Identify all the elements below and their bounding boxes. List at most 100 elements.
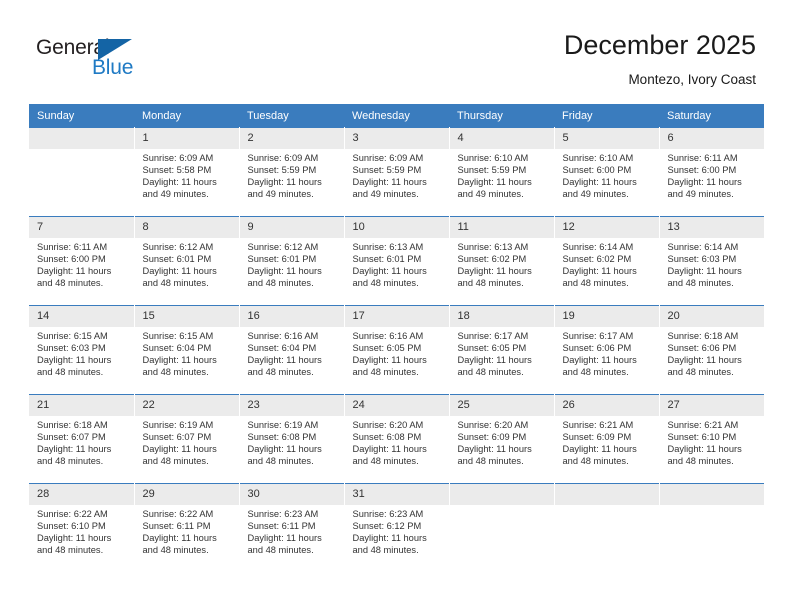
- daylight-text-line2: and 49 minutes.: [352, 189, 419, 200]
- day-number: 24: [344, 395, 449, 416]
- title-block: December 2025 Montezo, Ivory Coast: [564, 28, 756, 88]
- calendar-day-cell[interactable]: 12 Sunrise: 6:14 AM Sunset: 6:02 PM Dayligh…: [554, 216, 660, 306]
- weekday-header-monday: Monday: [134, 104, 239, 128]
- calendar-day-cell[interactable]: 20 Sunrise: 6:18 AM Sunset: 6:06 PM Dayligh…: [659, 305, 765, 395]
- day-details: Sunrise: 6:09 AM Sunset: 5:58 PM Daylight:…: [135, 149, 239, 200]
- day-number: 28: [29, 484, 134, 505]
- daylight-text-line1: Daylight: 11 hours: [247, 177, 322, 188]
- calendar-day-cell[interactable]: 10 Sunrise: 6:13 AM Sunset: 6:01 PM Dayligh…: [344, 216, 450, 306]
- calendar-day-cell[interactable]: 17 Sunrise: 6:16 AM Sunset: 6:05 PM Dayligh…: [344, 305, 450, 395]
- daylight-text-line2: and 49 minutes.: [667, 189, 734, 200]
- calendar-day-cell[interactable]: 13 Sunrise: 6:14 AM Sunset: 6:03 PM Dayligh…: [659, 216, 764, 306]
- sunset-text: Sunset: 6:07 PM: [37, 432, 106, 443]
- sunrise-text: Sunrise: 6:09 AM: [352, 153, 424, 163]
- sunrise-text: Sunrise: 6:11 AM: [667, 153, 738, 163]
- sunrise-text: Sunrise: 6:16 AM: [247, 331, 319, 341]
- calendar-day-cell[interactable]: 5 Sunrise: 6:10 AM Sunset: 6:00 PM Daylight…: [554, 127, 660, 217]
- calendar-day-cell[interactable]: 29 Sunrise: 6:22 AM Sunset: 6:11 PM Dayligh…: [134, 483, 240, 572]
- sunrise-text: Sunrise: 6:12 AM: [247, 242, 319, 252]
- daylight-text-line2: and 48 minutes.: [562, 278, 629, 289]
- sunrise-text: Sunrise: 6:19 AM: [247, 420, 319, 430]
- day-details: Sunrise: 6:13 AM Sunset: 6:02 PM Daylight:…: [450, 238, 554, 289]
- sunrise-text: Sunrise: 6:17 AM: [457, 331, 529, 341]
- weekday-header-thursday: Thursday: [449, 104, 554, 128]
- day-number: 5: [554, 128, 659, 149]
- page-header: General Blue December 2025 Montezo, Ivor…: [0, 0, 792, 100]
- calendar-day-cell[interactable]: 24 Sunrise: 6:20 AM Sunset: 6:08 PM Dayligh…: [344, 394, 450, 484]
- general-blue-logo[interactable]: General Blue: [36, 36, 156, 84]
- daylight-text-line2: and 48 minutes.: [142, 456, 209, 467]
- calendar-day-cell[interactable]: 27 Sunrise: 6:21 AM Sunset: 6:10 PM Dayligh…: [659, 394, 764, 484]
- day-number: 15: [134, 306, 239, 327]
- daylight-text-line2: and 48 minutes.: [562, 456, 629, 467]
- calendar-day-cell[interactable]: 25 Sunrise: 6:20 AM Sunset: 6:09 PM Dayligh…: [449, 394, 555, 484]
- calendar-day-cell[interactable]: 14 Sunrise: 6:15 AM Sunset: 6:03 PM Dayligh…: [29, 305, 135, 395]
- calendar-day-cell[interactable]: 4 Sunrise: 6:10 AM Sunset: 5:59 PM Daylight…: [449, 127, 555, 217]
- calendar-day-cell[interactable]: 6 Sunrise: 6:11 AM Sunset: 6:00 PM Daylight…: [659, 127, 764, 217]
- calendar-day-cell[interactable]: 28 Sunrise: 6:22 AM Sunset: 6:10 PM Dayligh…: [29, 483, 135, 572]
- calendar-day-cell[interactable]: 8 Sunrise: 6:12 AM Sunset: 6:01 PM Daylight…: [134, 216, 240, 306]
- sunrise-text: Sunrise: 6:11 AM: [37, 242, 108, 252]
- day-number: 19: [554, 306, 659, 327]
- calendar-day-cell[interactable]: 30 Sunrise: 6:23 AM Sunset: 6:11 PM Dayligh…: [239, 483, 345, 572]
- calendar-day-cell[interactable]: 7 Sunrise: 6:11 AM Sunset: 6:00 PM Daylight…: [29, 216, 135, 306]
- daylight-text-line1: Daylight: 11 hours: [247, 533, 322, 544]
- logo-word-blue: Blue: [92, 56, 134, 79]
- sunrise-text: Sunrise: 6:22 AM: [142, 509, 214, 519]
- daylight-text-line1: Daylight: 11 hours: [562, 444, 637, 455]
- daylight-text-line2: and 49 minutes.: [142, 189, 209, 200]
- daylight-text-line2: and 48 minutes.: [352, 545, 419, 556]
- day-details: Sunrise: 6:09 AM Sunset: 5:59 PM Daylight:…: [345, 149, 449, 200]
- sunset-text: Sunset: 6:03 PM: [667, 254, 737, 265]
- day-details: Sunrise: 6:09 AM Sunset: 5:59 PM Daylight:…: [240, 149, 344, 200]
- calendar-day-cell[interactable]: 9 Sunrise: 6:12 AM Sunset: 6:01 PM Daylight…: [239, 216, 345, 306]
- day-details: Sunrise: 6:17 AM Sunset: 6:06 PM Daylight:…: [555, 327, 659, 378]
- sunset-text: Sunset: 6:00 PM: [37, 254, 106, 265]
- sunrise-text: Sunrise: 6:23 AM: [352, 509, 424, 519]
- daylight-text-line1: Daylight: 11 hours: [37, 533, 112, 544]
- calendar-week-row: 28 Sunrise: 6:22 AM Sunset: 6:10 PM Dayligh…: [29, 483, 764, 572]
- day-details: Sunrise: 6:12 AM Sunset: 6:01 PM Daylight:…: [240, 238, 344, 289]
- calendar-day-cell[interactable]: 1 Sunrise: 6:09 AM Sunset: 5:58 PM Daylight…: [134, 127, 240, 217]
- sunrise-text: Sunrise: 6:09 AM: [142, 153, 214, 163]
- weekday-header-wednesday: Wednesday: [344, 104, 449, 128]
- sunrise-text: Sunrise: 6:20 AM: [352, 420, 424, 430]
- calendar-day-cell[interactable]: 31 Sunrise: 6:23 AM Sunset: 6:12 PM Dayligh…: [344, 483, 450, 572]
- calendar-day-cell[interactable]: 3 Sunrise: 6:09 AM Sunset: 5:59 PM Daylight…: [344, 127, 450, 217]
- day-number: 11: [449, 217, 554, 238]
- calendar-day-cell[interactable]: 18 Sunrise: 6:17 AM Sunset: 6:05 PM Dayligh…: [449, 305, 555, 395]
- calendar-day-cell[interactable]: 23 Sunrise: 6:19 AM Sunset: 6:08 PM Dayligh…: [239, 394, 345, 484]
- calendar-day-cell[interactable]: 19 Sunrise: 6:17 AM Sunset: 6:06 PM Dayligh…: [554, 305, 660, 395]
- daylight-text-line2: and 48 minutes.: [37, 278, 104, 289]
- daylight-text-line1: Daylight: 11 hours: [667, 266, 742, 277]
- calendar-day-cell[interactable]: 11 Sunrise: 6:13 AM Sunset: 6:02 PM Dayligh…: [449, 216, 555, 306]
- daylight-text-line1: Daylight: 11 hours: [352, 355, 427, 366]
- calendar-body: 1 Sunrise: 6:09 AM Sunset: 5:58 PM Daylight…: [29, 127, 765, 572]
- calendar-day-cell[interactable]: 2 Sunrise: 6:09 AM Sunset: 5:59 PM Daylight…: [239, 127, 345, 217]
- daylight-text-line2: and 48 minutes.: [247, 367, 314, 378]
- sunset-text: Sunset: 6:01 PM: [142, 254, 212, 265]
- daylight-text-line2: and 48 minutes.: [142, 278, 209, 289]
- day-details: Sunrise: 6:13 AM Sunset: 6:01 PM Daylight:…: [345, 238, 449, 289]
- calendar-week-row: 1 Sunrise: 6:09 AM Sunset: 5:58 PM Daylight…: [29, 127, 764, 217]
- daylight-text-line1: Daylight: 11 hours: [247, 266, 322, 277]
- sunset-text: Sunset: 6:01 PM: [352, 254, 422, 265]
- calendar-day-cell[interactable]: 22 Sunrise: 6:19 AM Sunset: 6:07 PM Dayligh…: [134, 394, 240, 484]
- day-number: 12: [554, 217, 659, 238]
- daylight-text-line1: Daylight: 11 hours: [142, 355, 217, 366]
- calendar-day-cell[interactable]: 26 Sunrise: 6:21 AM Sunset: 6:09 PM Dayligh…: [554, 394, 660, 484]
- day-details: Sunrise: 6:23 AM Sunset: 6:12 PM Daylight:…: [345, 505, 449, 556]
- calendar-day-cell[interactable]: 16 Sunrise: 6:16 AM Sunset: 6:04 PM Dayligh…: [239, 305, 345, 395]
- day-number: [29, 128, 134, 149]
- calendar-day-cell[interactable]: 21 Sunrise: 6:18 AM Sunset: 6:07 PM Dayligh…: [29, 394, 135, 484]
- daylight-text-line1: Daylight: 11 hours: [667, 444, 742, 455]
- weekday-header-friday: Friday: [554, 104, 659, 128]
- calendar-day-cell[interactable]: 15 Sunrise: 6:15 AM Sunset: 6:04 PM Dayligh…: [134, 305, 240, 395]
- sunrise-text: Sunrise: 6:18 AM: [37, 420, 108, 430]
- day-details: Sunrise: 6:18 AM Sunset: 6:06 PM Daylight:…: [660, 327, 765, 378]
- day-number: [659, 484, 764, 505]
- daylight-text-line1: Daylight: 11 hours: [562, 177, 637, 188]
- calendar-day-cell-empty: [29, 127, 135, 217]
- day-number: 2: [239, 128, 344, 149]
- calendar-week-row: 14 Sunrise: 6:15 AM Sunset: 6:03 PM Dayligh…: [29, 305, 765, 395]
